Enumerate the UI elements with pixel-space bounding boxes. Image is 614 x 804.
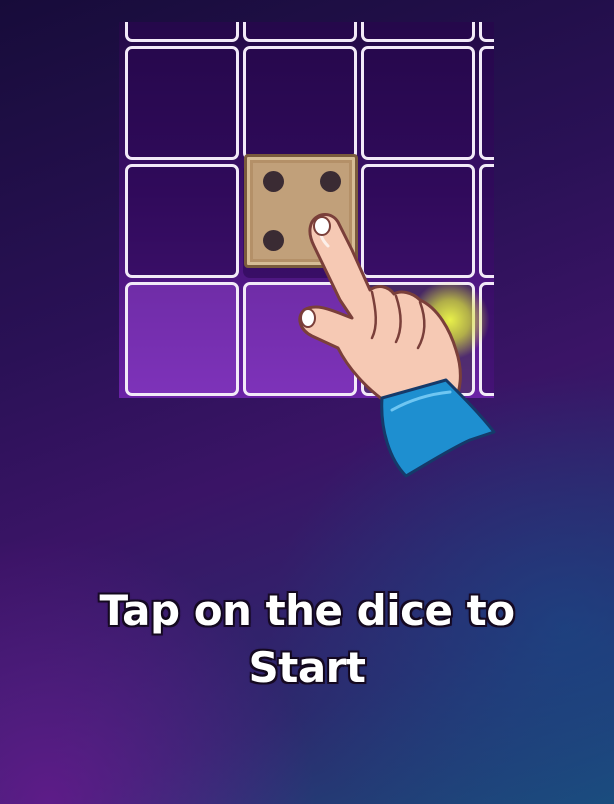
board-cell bbox=[243, 22, 357, 42]
board-cell bbox=[243, 46, 357, 160]
board-cell bbox=[361, 164, 475, 278]
tutorial-instruction: Tap on the dice to Start bbox=[30, 582, 584, 696]
board-cell bbox=[125, 46, 239, 160]
board-cell bbox=[361, 46, 475, 160]
board-cell bbox=[479, 22, 494, 42]
game-board bbox=[119, 22, 494, 398]
dice-pip bbox=[263, 171, 284, 192]
board-cell bbox=[479, 164, 494, 278]
board-cell bbox=[125, 282, 239, 396]
dice-pip bbox=[263, 230, 284, 251]
dice-button[interactable] bbox=[244, 154, 358, 268]
board-cell bbox=[479, 282, 494, 396]
dice-pip bbox=[320, 171, 341, 192]
board-cell bbox=[243, 282, 357, 396]
board-cell bbox=[361, 22, 475, 42]
board-cell bbox=[125, 22, 239, 42]
board-cell bbox=[125, 164, 239, 278]
dice-pip bbox=[320, 230, 341, 251]
board-cell-highlight bbox=[361, 282, 475, 396]
board-cell bbox=[479, 46, 494, 160]
instruction-line-1: Tap on the dice to bbox=[99, 586, 515, 635]
instruction-line-2: Start bbox=[248, 643, 366, 692]
